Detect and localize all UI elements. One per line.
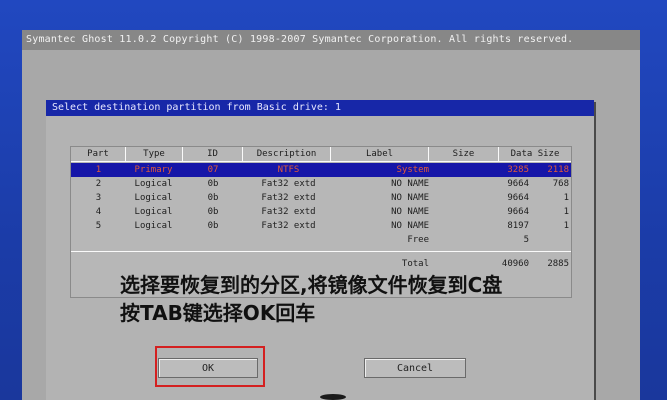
total-divider <box>71 251 571 252</box>
cell-type: Logical <box>134 207 173 217</box>
cell-type: Primary <box>134 165 173 175</box>
column-header-id: ID <box>183 147 243 161</box>
destination-partition-dialog: Select destination partition from Basic … <box>46 100 594 400</box>
column-header-size: Size <box>429 147 499 161</box>
column-header-type: Type <box>126 147 183 161</box>
logo-icon <box>320 394 346 400</box>
highlight-box <box>155 346 265 387</box>
table-row[interactable]: 2 Logical 0b Fat32 extd NO NAME 9664 768 <box>71 177 571 191</box>
cell-label: NO NAME <box>391 179 429 189</box>
cell-description: Fat32 extd <box>261 221 316 231</box>
cell-description: Fat32 extd <box>261 193 316 203</box>
table-row[interactable]: 1 Primary 07 NTFS System 3285 2118 <box>71 163 571 177</box>
cell-part: 2 <box>95 179 102 189</box>
cell-label: Free <box>407 235 429 245</box>
cell-id: 0b <box>207 193 219 203</box>
cell-description: NTFS <box>277 165 300 175</box>
annotation-line-2: 按TAB键选择OK回车 <box>120 301 316 325</box>
cell-description: Fat32 extd <box>261 179 316 189</box>
cell-label: NO NAME <box>391 193 429 203</box>
table-row[interactable]: 3 Logical 0b Fat32 extd NO NAME 9664 1 <box>71 191 571 205</box>
cell-type: Logical <box>134 179 173 189</box>
cell-label: System <box>396 165 429 175</box>
cell-data-size: 1 <box>563 207 569 217</box>
cancel-button[interactable]: Cancel <box>364 358 466 378</box>
dialog-title-bar: Select destination partition from Basic … <box>46 100 594 116</box>
cell-id: 0b <box>207 179 219 189</box>
cell-part: 1 <box>95 165 102 175</box>
cell-description: Fat32 extd <box>261 207 316 217</box>
column-header-description: Description <box>243 147 331 161</box>
table-row[interactable]: 5 Logical 0b Fat32 extd NO NAME 8197 1 <box>71 219 571 233</box>
cell-data-size: 1 <box>563 193 569 203</box>
cell-data-size: 2885 <box>547 259 569 269</box>
dialog-title: Select destination partition from Basic … <box>52 102 341 113</box>
table-row-free[interactable]: Free 5 <box>71 233 571 247</box>
cell-part: 5 <box>95 221 102 231</box>
window-title-bar: Symantec Ghost 11.0.2 Copyright (C) 1998… <box>22 30 640 50</box>
cell-id: 07 <box>207 165 219 175</box>
cell-data-size: 768 <box>552 179 569 189</box>
cell-type: Logical <box>134 221 173 231</box>
table-row[interactable]: 4 Logical 0b Fat32 extd NO NAME 9664 1 <box>71 205 571 219</box>
cell-size: 5 <box>523 235 529 245</box>
cell-label: NO NAME <box>391 207 429 217</box>
cell-label: Total <box>401 259 429 269</box>
cell-label: NO NAME <box>391 221 429 231</box>
cell-data-size: 2118 <box>547 165 569 175</box>
cell-type: Logical <box>134 193 173 203</box>
header-divider <box>71 161 571 162</box>
cell-id: 0b <box>207 221 219 231</box>
table-row-total: Total 40960 2885 <box>71 257 571 271</box>
column-header-data-size: Data Size <box>510 149 560 159</box>
cell-id: 0b <box>207 207 219 217</box>
column-header-part: Part <box>71 147 126 161</box>
window-title: Symantec Ghost 11.0.2 Copyright (C) 1998… <box>26 34 574 45</box>
cell-part: 3 <box>95 193 102 203</box>
column-header-label: Label <box>331 147 429 161</box>
annotation-line-1: 选择要恢复到的分区,将镜像文件恢复到C盘 <box>120 273 503 297</box>
table-header: Part Type ID Description Label Size Data… <box>71 147 571 161</box>
cell-data-size: 1 <box>563 221 569 231</box>
cell-part: 4 <box>95 207 102 217</box>
